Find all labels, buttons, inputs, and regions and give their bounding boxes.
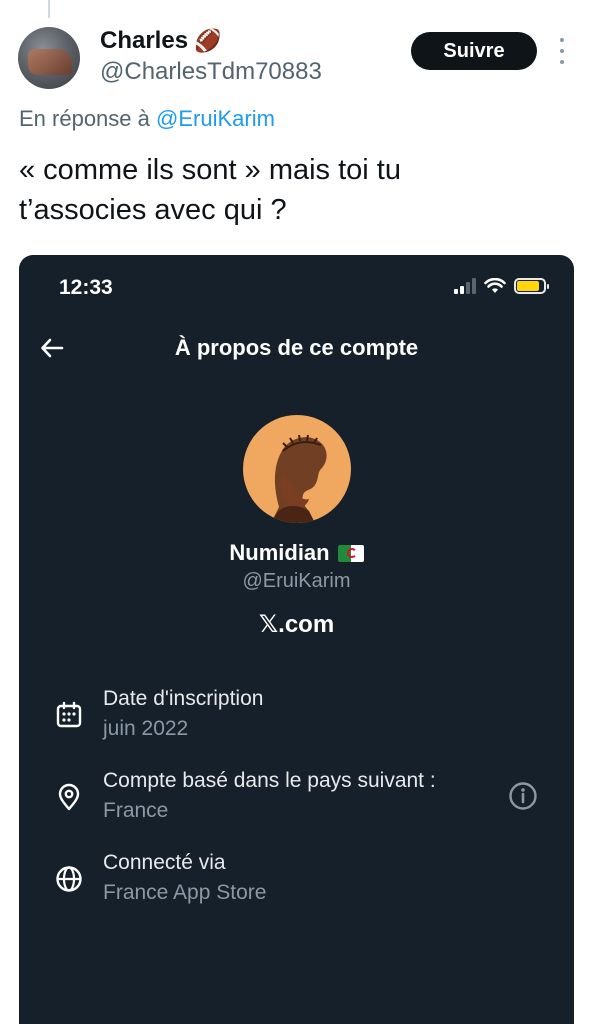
page-title: À propos de ce compte — [174, 335, 419, 360]
battery-level — [517, 281, 540, 291]
more-options-icon[interactable] — [556, 38, 568, 64]
account-handle: @EruiKarim — [242, 570, 351, 592]
display-name: Numidian — [229, 540, 330, 565]
info-circle-icon[interactable] — [508, 781, 538, 811]
info-label: Date d'inscription — [103, 687, 264, 710]
info-label: Connecté via — [103, 851, 226, 874]
info-row-country: Compte basé dans le pays suivant : Franc… — [55, 769, 555, 829]
author-name[interactable]: Charles — [100, 27, 188, 55]
reply-mention-link[interactable]: @EruiKarim — [156, 106, 275, 131]
thread-connector-line — [48, 0, 50, 18]
location-pin-icon — [58, 783, 80, 811]
algeria-flag-icon — [337, 544, 364, 562]
battery-icon — [514, 278, 549, 294]
author-name-row: Charles 🏈 — [100, 27, 221, 55]
info-row-join-date: Date d'inscription juin 2022 — [55, 687, 555, 747]
wifi-icon — [484, 278, 506, 293]
tweet-text: « comme ils sont » mais toi tu t’associe… — [19, 150, 579, 230]
info-value: France — [103, 799, 169, 822]
info-label: Compte basé dans le pays suivant : — [103, 769, 436, 792]
reply-context: En réponse à @EruiKarim — [19, 106, 275, 132]
follow-button[interactable]: Suivre — [411, 32, 537, 70]
tweet-text-line: t’associes avec qui ? — [19, 194, 287, 226]
numidian-portrait-image — [271, 434, 327, 523]
author-handle[interactable]: @CharlesTdm70883 — [100, 58, 322, 86]
platform-label: 𝕏.com — [258, 611, 335, 638]
globe-icon — [56, 866, 82, 892]
status-bar-clock: 12:33 — [59, 276, 113, 299]
author-avatar[interactable] — [18, 27, 80, 89]
info-value: France App Store — [103, 881, 267, 904]
calendar-icon — [56, 701, 82, 728]
info-row-connected-via: Connecté via France App Store — [55, 851, 555, 911]
attached-screenshot-image[interactable]: 12:33 À propos de ce compte Numidian @Er… — [19, 255, 574, 1024]
profile-avatar[interactable] — [243, 415, 351, 523]
display-name-row: Numidian — [19, 540, 574, 566]
tweet-text-line: « comme ils sont » mais toi tu — [19, 154, 401, 186]
reply-prefix: En réponse à — [19, 106, 150, 131]
info-value: juin 2022 — [103, 717, 189, 740]
status-bar-icons — [454, 278, 549, 294]
football-emoji: 🏈 — [194, 28, 222, 53]
cellular-signal-icon — [454, 278, 476, 294]
